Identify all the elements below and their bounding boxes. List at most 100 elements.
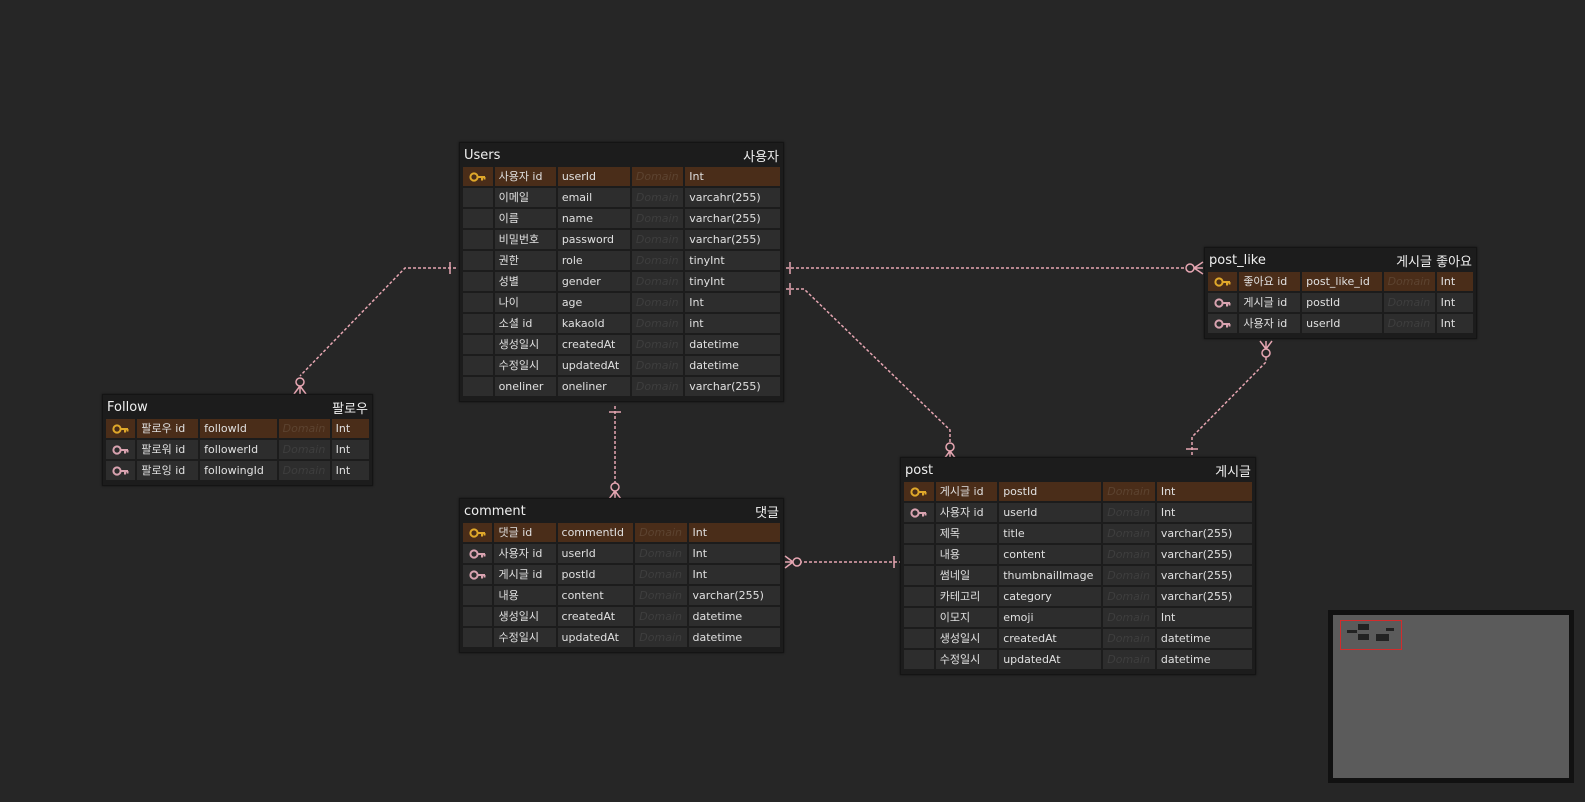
key-cell <box>463 377 493 396</box>
foreign-key-icon <box>106 461 136 480</box>
table-header[interactable]: post_like 게시글 좋아요 <box>1205 248 1476 272</box>
column-data-type: varchar(255) <box>685 377 781 396</box>
column-logical-name: 팔로잉 id <box>137 461 199 480</box>
table-header[interactable]: comment 댓글 <box>460 499 783 523</box>
column-domain: Domain <box>631 293 684 312</box>
column-row[interactable]: 생성일시 createdAt Domain datetime <box>463 607 781 626</box>
relation-users-follow[interactable] <box>299 267 456 377</box>
column-data-type: Int <box>1156 482 1252 501</box>
column-row[interactable]: 수정일시 updatedAt Domain datetime <box>463 628 781 647</box>
column-logical-name: 팔로워 id <box>137 440 199 459</box>
table-follow[interactable]: Follow 팔로우 팔로우 id followId Domain Int 팔로워 id fo… <box>102 394 373 486</box>
column-data-type: Int <box>688 544 781 563</box>
column-row[interactable]: 사용자 id userId Domain Int <box>1208 314 1473 333</box>
column-list: 사용자 id userId Domain Int 이메일 email Domain varca… <box>460 167 783 401</box>
foreign-key-icon <box>463 565 493 584</box>
foreign-key-icon <box>463 544 493 563</box>
column-data-type: datetime <box>685 356 781 375</box>
column-row[interactable]: 게시글 id postId Domain Int <box>1208 293 1473 312</box>
table-post[interactable]: post 게시글 게시글 id postId Domain Int 사용자 id userId… <box>900 457 1256 675</box>
key-cell <box>904 650 934 669</box>
column-logical-name: 게시글 id <box>494 565 556 584</box>
table-logical-name: 댓글 <box>755 505 779 521</box>
column-row[interactable]: 생성일시 createdAt Domain datetime <box>463 335 781 354</box>
column-row[interactable]: 좋아요 id post_like_id Domain Int <box>1208 272 1473 291</box>
column-list: 댓글 id commentId Domain Int 사용자 id userId Domai… <box>460 523 783 652</box>
table-header[interactable]: Follow 팔로우 <box>103 395 372 419</box>
column-data-type: datetime <box>1156 650 1252 669</box>
column-row[interactable]: 나이 age Domain Int <box>463 293 781 312</box>
column-logical-name: 생성일시 <box>494 335 556 354</box>
column-row[interactable]: 썸네일 thumbnailImage Domain varchar(255) <box>904 566 1252 585</box>
column-logical-name: 소셜 id <box>494 314 556 333</box>
column-physical-name: email <box>557 188 630 207</box>
column-row[interactable]: 내용 content Domain varchar(255) <box>463 586 781 605</box>
column-domain: Domain <box>1103 503 1155 522</box>
table-header[interactable]: Users 사용자 <box>460 143 783 167</box>
column-domain: Domain <box>278 440 330 459</box>
column-physical-name: followerId <box>200 440 277 459</box>
key-cell <box>904 545 934 564</box>
column-row[interactable]: 사용자 id userId Domain Int <box>463 167 781 186</box>
column-domain: Domain <box>631 251 684 270</box>
table-users[interactable]: Users 사용자 사용자 id userId Domain Int 이메일 email Dom… <box>459 142 784 402</box>
column-row[interactable]: 댓글 id commentId Domain Int <box>463 523 781 542</box>
column-domain: Domain <box>635 523 687 542</box>
column-data-type: varchar(255) <box>685 209 781 228</box>
column-row[interactable]: 게시글 id postId Domain Int <box>904 482 1252 501</box>
column-physical-name: name <box>557 209 630 228</box>
relation-post-post-like[interactable] <box>1191 356 1267 455</box>
column-row[interactable]: 소셜 id kakaoId Domain int <box>463 314 781 333</box>
column-row[interactable]: 게시글 id postId Domain Int <box>463 565 781 584</box>
column-domain: Domain <box>1103 629 1155 648</box>
column-domain: Domain <box>1383 272 1435 291</box>
column-row[interactable]: 팔로잉 id followingId Domain Int <box>106 461 369 480</box>
column-data-type: Int <box>331 461 369 480</box>
column-physical-name: title <box>999 524 1102 543</box>
column-row[interactable]: 팔로워 id followerId Domain Int <box>106 440 369 459</box>
minimap-viewport[interactable] <box>1340 620 1402 650</box>
table-comment[interactable]: comment 댓글 댓글 id commentId Domain Int 사용자 id us… <box>459 498 784 653</box>
column-row[interactable]: 사용자 id userId Domain Int <box>904 503 1252 522</box>
column-logical-name: 수정일시 <box>494 628 556 647</box>
column-physical-name: category <box>999 587 1102 606</box>
column-row[interactable]: 비밀번호 password Domain varchar(255) <box>463 230 781 249</box>
column-data-type: Int <box>331 419 369 438</box>
column-row[interactable]: 생성일시 createdAt Domain datetime <box>904 629 1252 648</box>
column-logical-name: 사용자 id <box>1239 314 1301 333</box>
column-physical-name: commentId <box>557 523 634 542</box>
column-logical-name: 사용자 id <box>935 503 998 522</box>
key-cell <box>463 293 493 312</box>
table-logical-name: 팔로우 <box>332 401 368 417</box>
key-cell <box>463 314 493 333</box>
column-physical-name: oneliner <box>557 377 630 396</box>
column-physical-name: post_like_id <box>1302 272 1382 291</box>
column-domain: Domain <box>1103 587 1155 606</box>
column-logical-name: 이모지 <box>935 608 998 627</box>
column-logical-name: 사용자 id <box>494 167 556 186</box>
column-row[interactable]: 성별 gender Domain tinyInt <box>463 272 781 291</box>
column-row[interactable]: 내용 content Domain varchar(255) <box>904 545 1252 564</box>
column-row[interactable]: 카테고리 category Domain varchar(255) <box>904 587 1252 606</box>
table-post-like[interactable]: post_like 게시글 좋아요 좋아요 id post_like_id Domain… <box>1204 247 1477 339</box>
column-row[interactable]: oneliner oneliner Domain varchar(255) <box>463 377 781 396</box>
column-row[interactable]: 사용자 id userId Domain Int <box>463 544 781 563</box>
minimap[interactable] <box>1328 610 1574 783</box>
column-row[interactable]: 팔로우 id followId Domain Int <box>106 419 369 438</box>
column-data-type: datetime <box>688 628 781 647</box>
primary-key-icon <box>106 419 136 438</box>
column-row[interactable]: 이모지 emoji Domain Int <box>904 608 1252 627</box>
column-row[interactable]: 제목 title Domain varchar(255) <box>904 524 1252 543</box>
column-row[interactable]: 이메일 email Domain varcahr(255) <box>463 188 781 207</box>
column-domain: Domain <box>1103 566 1155 585</box>
column-row[interactable]: 권한 role Domain tinyInt <box>463 251 781 270</box>
table-header[interactable]: post 게시글 <box>901 458 1255 482</box>
relation-users-post[interactable] <box>786 288 951 444</box>
erd-canvas[interactable]: Users 사용자 사용자 id userId Domain Int 이메일 email Dom… <box>0 0 1585 802</box>
column-data-type: Int <box>688 523 781 542</box>
column-physical-name: userId <box>557 167 630 186</box>
column-row[interactable]: 수정일시 updatedAt Domain datetime <box>463 356 781 375</box>
column-row[interactable]: 이름 name Domain varchar(255) <box>463 209 781 228</box>
column-row[interactable]: 수정일시 updatedAt Domain datetime <box>904 650 1252 669</box>
table-physical-name: post_like <box>1209 252 1266 268</box>
